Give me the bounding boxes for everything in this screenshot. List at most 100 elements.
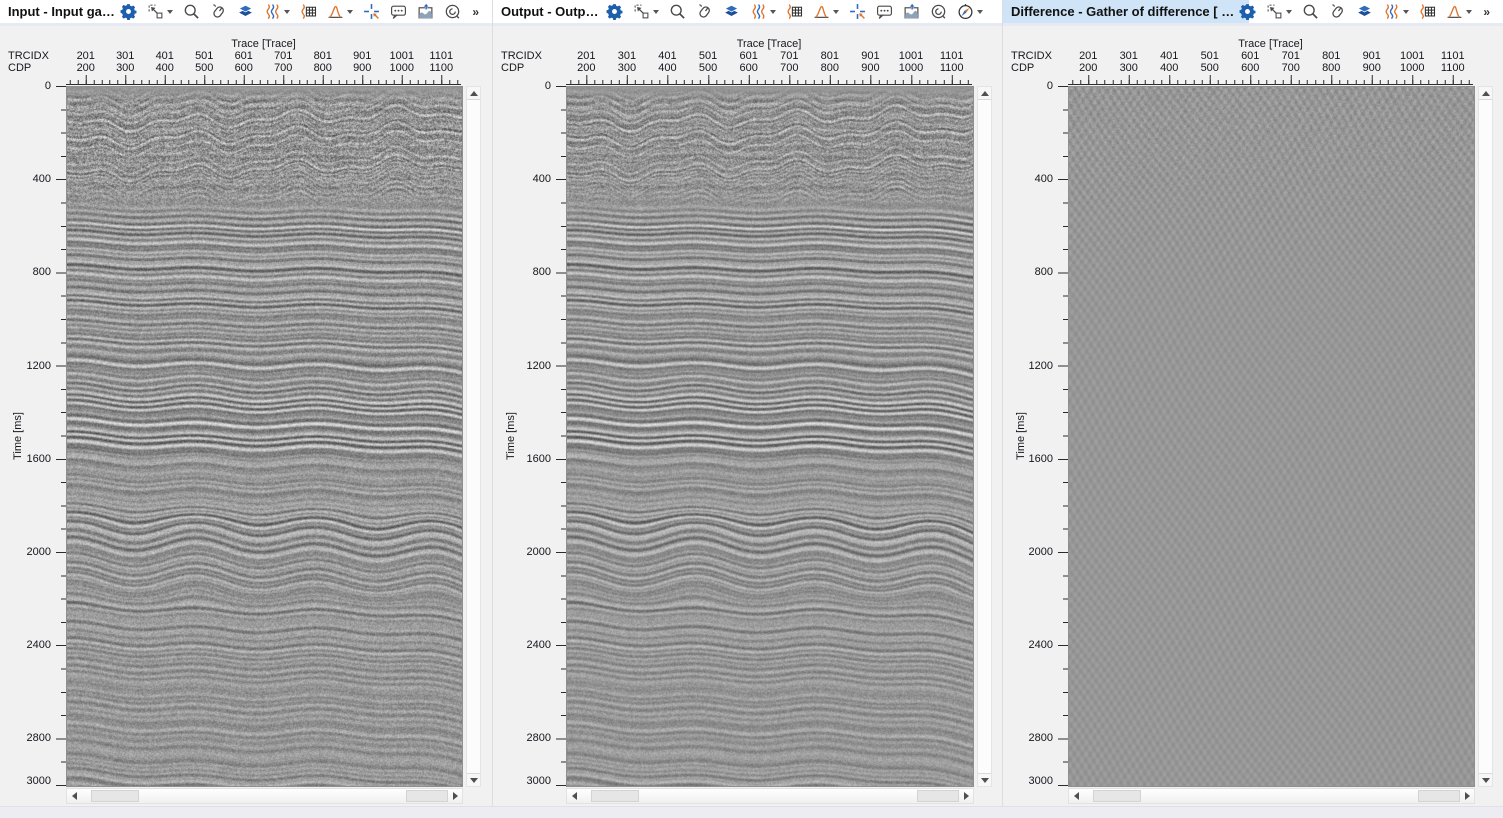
scrollbar-track[interactable] (581, 789, 959, 803)
chevron-down-icon[interactable] (1286, 10, 1292, 14)
panel-difference: Difference - Gather of difference [ F...… (1003, 0, 1503, 818)
time-tick-label: 2400 (1003, 639, 1053, 651)
scroll-right-button[interactable] (959, 789, 973, 803)
scrollbar-thumb[interactable] (91, 790, 139, 802)
scrollbar-thumb[interactable] (1093, 790, 1141, 802)
scroll-down-button[interactable] (1479, 773, 1492, 786)
trace-tick-value: 901 (343, 50, 383, 62)
scrollbar-range-thumb[interactable] (406, 790, 448, 802)
trace-table-icon[interactable] (786, 3, 803, 21)
chevron-down-icon[interactable] (167, 10, 173, 14)
chevron-down-icon[interactable] (833, 10, 839, 14)
scroll-down-button[interactable] (978, 773, 991, 786)
amplitude-histogram-icon[interactable] (813, 3, 839, 21)
seismic-image[interactable] (66, 86, 463, 787)
scrollbar-range-thumb[interactable] (1418, 790, 1460, 802)
crosshair-pick-icon[interactable] (363, 3, 380, 21)
time-ruler (556, 86, 566, 786)
scroll-up-button[interactable] (978, 87, 991, 100)
scroll-right-button[interactable] (448, 789, 462, 803)
scroll-left-button[interactable] (567, 789, 581, 803)
wiggle-traces-icon[interactable] (1383, 3, 1409, 21)
selection-mode-icon[interactable] (633, 3, 659, 21)
trace-tick-value: 901 (850, 50, 891, 62)
vertical-scrollbar[interactable] (1478, 86, 1493, 787)
trcidx-row-label: TRCIDX (501, 50, 542, 62)
layers-icon[interactable] (723, 3, 740, 21)
vertical-scrollbar[interactable] (466, 86, 481, 787)
cdp-tick-value: 700 (1271, 62, 1312, 74)
selection-mode-icon[interactable] (147, 3, 173, 21)
horizontal-scrollbar[interactable] (66, 788, 463, 804)
cdp-row-label: CDP (1011, 62, 1034, 74)
cdp-row-label: CDP (501, 62, 524, 74)
toolbar-overflow-button[interactable]: » (472, 5, 478, 19)
time-tick-label: 1200 (1003, 360, 1053, 372)
cdp-tick-value: 700 (769, 62, 810, 74)
trace-tick-value: 201 (566, 50, 607, 62)
scrollbar-range-thumb[interactable] (917, 790, 959, 802)
scroll-up-button[interactable] (467, 87, 480, 100)
scroll-left-button[interactable] (1069, 789, 1083, 803)
zoom-icon[interactable] (669, 3, 686, 21)
zoom-icon[interactable] (183, 3, 200, 21)
amplitude-histogram-icon[interactable] (1446, 3, 1472, 21)
layers-icon[interactable] (1356, 3, 1373, 21)
scroll-left-button[interactable] (67, 789, 81, 803)
trace-axis-title: Trace [Trace] (566, 38, 972, 50)
horizontal-scrollbar[interactable] (1068, 788, 1475, 804)
time-tick-label: 2800 (1003, 732, 1053, 744)
cdp-tick-value: 800 (810, 62, 851, 74)
wiggle-traces-icon[interactable] (750, 3, 776, 21)
panel-output-toolbar: Output - Output ... (493, 0, 1002, 26)
gear-icon[interactable] (120, 3, 137, 21)
scrollbar-thumb[interactable] (591, 790, 639, 802)
seismic-image[interactable] (1068, 86, 1475, 787)
chevron-down-icon[interactable] (1466, 10, 1472, 14)
seismic-image[interactable] (566, 86, 974, 787)
chevron-down-icon[interactable] (653, 10, 659, 14)
annotation-icon[interactable] (876, 3, 893, 21)
trace-table-icon[interactable] (1419, 3, 1436, 21)
scroll-up-button[interactable] (1479, 87, 1492, 100)
cdp-tick-value: 1000 (891, 62, 932, 74)
chevron-down-icon[interactable] (977, 10, 983, 14)
mouse-pan-icon[interactable] (696, 3, 713, 21)
image-export-icon[interactable] (417, 3, 434, 21)
wiggle-traces-icon[interactable] (264, 3, 290, 21)
annotation-icon[interactable] (390, 3, 407, 21)
vertical-scrollbar[interactable] (977, 86, 992, 787)
cdp-tick-value: 900 (343, 62, 383, 74)
chevron-down-icon[interactable] (284, 10, 290, 14)
panel-difference-toolbar: Difference - Gather of difference [ F...… (1003, 0, 1503, 26)
scrollbar-track[interactable] (1083, 789, 1460, 803)
amplitude-histogram-icon[interactable] (327, 3, 353, 21)
mouse-pan-icon[interactable] (210, 3, 227, 21)
horizontal-scrollbar[interactable] (566, 788, 974, 804)
zoom-icon[interactable] (1302, 3, 1319, 21)
crosshair-pick-icon[interactable] (849, 3, 866, 21)
chevron-down-icon[interactable] (1403, 10, 1409, 14)
chevron-down-icon[interactable] (770, 10, 776, 14)
polarity-spiral-icon[interactable] (444, 3, 461, 21)
image-export-icon[interactable] (903, 3, 920, 21)
chevron-down-icon[interactable] (347, 10, 353, 14)
compass-icon[interactable] (957, 3, 983, 21)
cdp-tick-value: 800 (303, 62, 343, 74)
mouse-pan-icon[interactable] (1329, 3, 1346, 21)
toolbar-overflow-button[interactable]: » (1483, 5, 1489, 19)
scrollbar-track[interactable] (81, 789, 448, 803)
trace-ruler (66, 74, 461, 85)
layers-icon[interactable] (237, 3, 254, 21)
time-tick-label: 2400 (493, 639, 551, 651)
cdp-tick-value: 300 (607, 62, 648, 74)
toolbar-icons: » (115, 3, 484, 21)
scroll-down-button[interactable] (467, 773, 480, 786)
cdp-tick-value: 300 (106, 62, 146, 74)
polarity-spiral-icon[interactable] (930, 3, 947, 21)
scroll-right-button[interactable] (1460, 789, 1474, 803)
trace-table-icon[interactable] (300, 3, 317, 21)
selection-mode-icon[interactable] (1266, 3, 1292, 21)
gear-icon[interactable] (606, 3, 623, 21)
gear-icon[interactable] (1239, 3, 1256, 21)
